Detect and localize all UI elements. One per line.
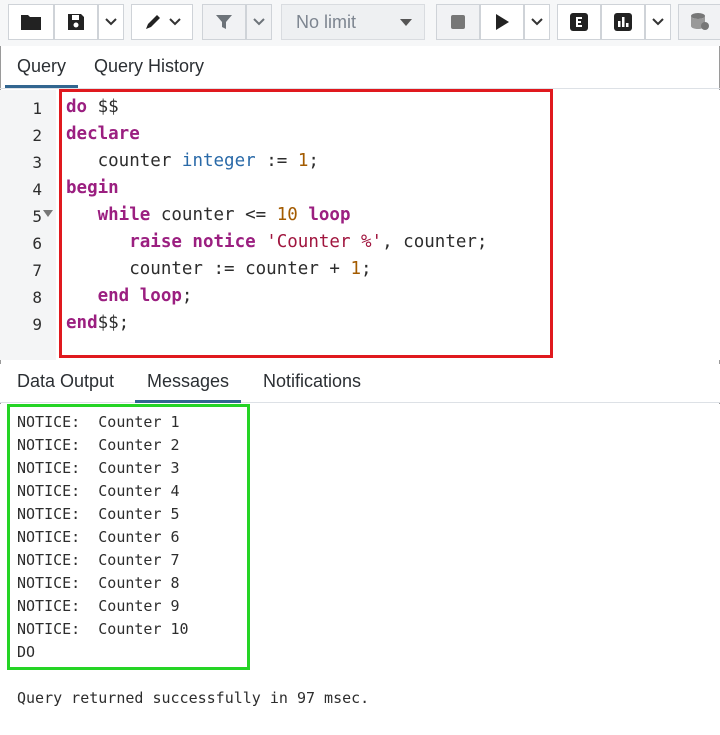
execute-options-dropdown[interactable]	[524, 4, 550, 40]
result-tabs: Data Output Messages Notifications	[0, 364, 720, 403]
tab-messages[interactable]: Messages	[134, 371, 242, 403]
line-number: 8	[32, 288, 42, 307]
execute-button[interactable]	[480, 4, 524, 40]
tab-query[interactable]: Query	[4, 56, 79, 88]
pencil-icon	[146, 15, 160, 29]
line-number-gutter: 1 2 3 4 5 6 7 8 9	[0, 90, 56, 360]
chevron-down-icon	[652, 18, 664, 26]
folder-icon	[21, 15, 41, 30]
open-file-button[interactable]	[8, 4, 54, 40]
status-message: Query returned successfully in 97 msec.	[17, 689, 370, 707]
line-number: 5	[32, 207, 42, 226]
row-limit-select[interactable]: No limit	[281, 4, 425, 40]
line-number: 6	[32, 234, 42, 253]
row-limit-value: No limit	[296, 11, 357, 32]
line-number: 7	[32, 261, 42, 280]
chevron-down-icon	[169, 18, 181, 26]
line-number: 1	[32, 99, 42, 118]
explain-analyze-icon	[614, 13, 632, 31]
line-number: 2	[32, 126, 42, 145]
filter-options-dropdown[interactable]	[246, 4, 272, 40]
toolbar: No limit	[0, 0, 720, 46]
stop-button[interactable]	[436, 4, 480, 40]
editor-tabs: Query Query History	[0, 48, 720, 89]
output-highlight-box	[7, 404, 250, 670]
explain-button[interactable]	[557, 4, 601, 40]
stop-icon	[451, 15, 465, 29]
fold-arrow-icon[interactable]	[43, 210, 53, 218]
line-number: 9	[32, 315, 42, 334]
caret-down-icon	[400, 19, 412, 26]
tab-data-output[interactable]: Data Output	[17, 371, 114, 392]
chevron-down-icon	[531, 18, 543, 26]
save-icon	[68, 14, 84, 30]
save-options-dropdown[interactable]	[98, 4, 124, 40]
filter-icon	[216, 15, 232, 29]
explain-icon	[570, 13, 588, 31]
explain-analyze-button[interactable]	[601, 4, 645, 40]
play-icon	[496, 14, 509, 30]
commit-button[interactable]	[678, 4, 720, 40]
chevron-down-icon	[253, 18, 265, 26]
edit-button[interactable]	[131, 4, 193, 40]
chevron-down-icon	[105, 18, 117, 26]
tab-query-history[interactable]: Query History	[94, 56, 204, 77]
line-number: 4	[32, 180, 42, 199]
explain-options-dropdown[interactable]	[645, 4, 671, 40]
filter-button[interactable]	[202, 4, 246, 40]
line-number: 3	[32, 153, 42, 172]
save-button[interactable]	[54, 4, 98, 40]
tab-notifications[interactable]: Notifications	[263, 371, 361, 392]
code-highlight-box	[59, 89, 553, 358]
database-commit-icon	[691, 13, 709, 30]
